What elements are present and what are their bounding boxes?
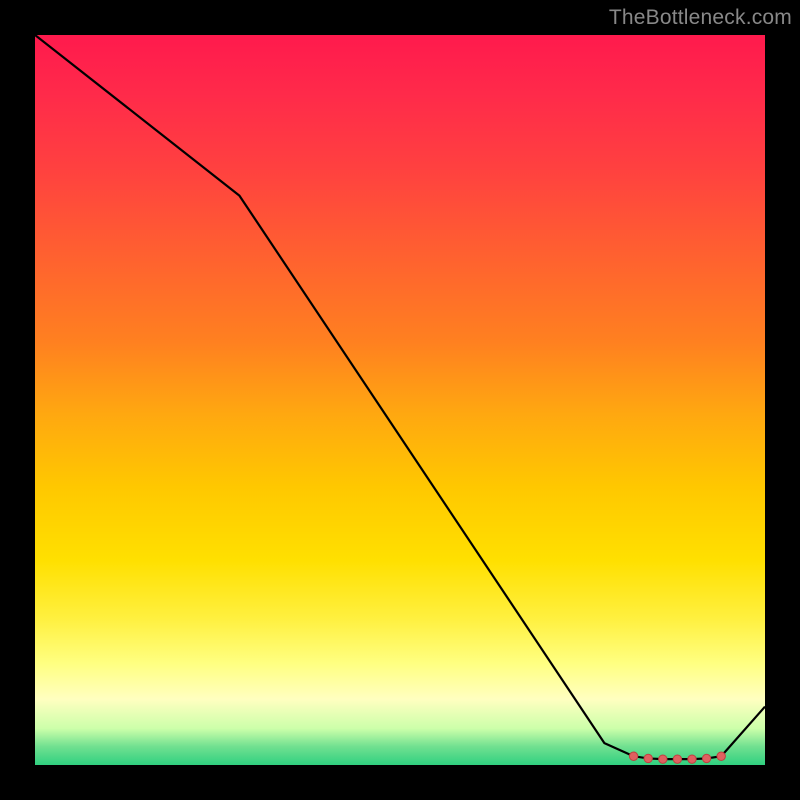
chart-curve	[35, 35, 765, 765]
chart-marker	[702, 754, 710, 762]
chart-marker	[673, 755, 681, 763]
chart-marker	[644, 754, 652, 762]
chart-marker	[659, 755, 667, 763]
chart-line	[35, 35, 765, 759]
watermark-text: TheBottleneck.com	[609, 6, 792, 30]
chart-plot-area	[35, 35, 765, 765]
chart-marker	[688, 755, 696, 763]
chart-marker	[717, 752, 725, 760]
chart-marker	[629, 752, 637, 760]
